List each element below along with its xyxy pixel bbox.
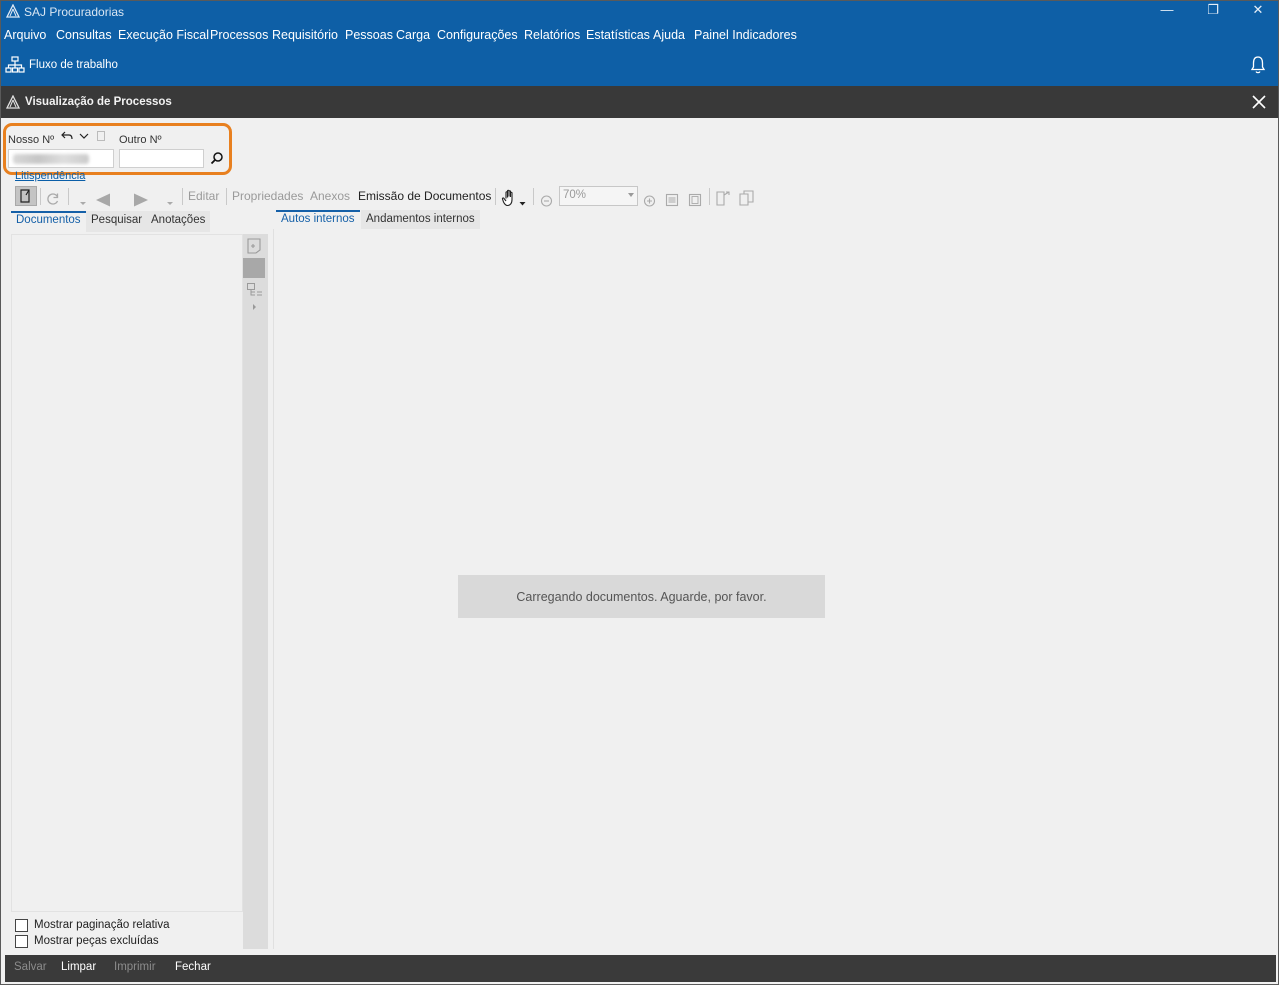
paginacao-label: Mostrar paginação relativa (34, 919, 170, 931)
menu-bar: Arquivo Consultas Execução Fiscal Proces… (1, 23, 1278, 46)
menu-ajuda[interactable]: Ajuda (653, 28, 685, 42)
editar-button[interactable]: Editar (188, 185, 219, 207)
add-document-icon[interactable] (245, 237, 263, 255)
excluidas-checkbox-row[interactable]: Mostrar peças excluídas (15, 933, 170, 949)
tree-list-icon[interactable] (246, 282, 264, 300)
menu-configuracoes[interactable]: Configurações (437, 28, 518, 42)
menu-relatorios[interactable]: Relatórios (524, 28, 580, 42)
zoom-in-icon[interactable] (643, 190, 656, 212)
tree-view-button[interactable] (243, 258, 265, 278)
menu-requisitorio[interactable]: Requisitório (272, 28, 338, 42)
emissao-documentos-button[interactable]: Emissão de Documentos (358, 185, 491, 207)
maximize-button[interactable]: ❐ (1191, 1, 1235, 21)
fit-width-icon[interactable] (665, 189, 679, 211)
zoom-out-icon[interactable] (540, 190, 553, 212)
menu-painel-indicadores[interactable]: Painel Indicadores (694, 28, 797, 42)
outro-numero-label: Outro Nº (119, 134, 162, 146)
menu-pessoas[interactable]: Pessoas (345, 28, 393, 42)
app-window: SAJ Procuradorias — ❐ ✕ Arquivo Consulta… (0, 0, 1279, 985)
litispendencia-link[interactable]: Litispendência (15, 170, 85, 182)
chevron-down-icon (628, 193, 634, 197)
menu-processos[interactable]: Processos (210, 28, 268, 42)
refresh-icon[interactable] (45, 188, 61, 210)
excluidas-label: Mostrar peças excluídas (34, 935, 159, 947)
workflow-label: Fluxo de trabalho (29, 59, 118, 71)
anexos-button[interactable]: Anexos (310, 185, 350, 207)
menu-carga[interactable]: Carga (396, 28, 430, 42)
search-icon[interactable] (210, 151, 224, 165)
expand-arrow-icon[interactable] (253, 304, 256, 310)
export-document-icon[interactable] (715, 187, 731, 209)
app-logo-icon (6, 95, 20, 109)
fechar-button[interactable]: Fechar (175, 961, 211, 973)
close-icon[interactable] (1250, 93, 1268, 111)
document-select-icon (20, 189, 30, 203)
copy-document-icon[interactable] (738, 187, 756, 209)
hand-tool-icon[interactable] (501, 187, 519, 209)
close-app-button[interactable]: ✕ (1236, 1, 1279, 21)
title-bar: SAJ Procuradorias — ❐ ✕ (1, 1, 1278, 23)
propriedades-button[interactable]: Propriedades (232, 185, 303, 207)
zoom-select[interactable]: 70% (559, 186, 638, 206)
toolbar-separator (533, 188, 534, 205)
dropdown-arrow-icon[interactable] (519, 193, 526, 215)
select-tool-button[interactable] (15, 186, 37, 206)
menu-execucao-fiscal[interactable]: Execução Fiscal (118, 28, 209, 42)
window-header: Visualização de Processos (1, 86, 1278, 118)
loading-message: Carregando documentos. Aguarde, por favo… (458, 575, 825, 618)
tree-options: Mostrar paginação relativa Mostrar peças… (15, 917, 170, 949)
bell-icon[interactable] (1249, 55, 1267, 75)
limpar-button[interactable]: Limpar (61, 961, 96, 973)
toolbar-separator (226, 188, 227, 205)
redacted-value (13, 154, 89, 164)
toolbar-separator (709, 188, 710, 205)
tab-andamentos-internos[interactable]: Andamentos internos (361, 210, 480, 229)
previous-icon[interactable] (94, 189, 112, 211)
tab-documentos[interactable]: Documentos (11, 211, 86, 232)
workflow-bar: Fluxo de trabalho (1, 46, 1278, 86)
paginacao-checkbox[interactable] (15, 918, 28, 932)
toolbar-separator (68, 188, 69, 205)
window-title: Visualização de Processos (25, 96, 172, 108)
tree-side-toolbar (243, 234, 268, 949)
menu-estatisticas[interactable]: Estatísticas (586, 28, 650, 42)
tab-anotacoes[interactable]: Anotações (146, 211, 211, 232)
toolbar-separator (40, 188, 41, 205)
toolbar-separator (182, 188, 183, 205)
zoom-value: 70% (563, 189, 587, 201)
app-title: SAJ Procuradorias (24, 5, 125, 19)
document-tree-panel (11, 234, 243, 912)
tab-pesquisar[interactable]: Pesquisar (86, 211, 148, 232)
menu-consultas[interactable]: Consultas (56, 28, 112, 42)
document-toolbar: Editar Propriedades Anexos Emissão de Do… (1, 185, 1278, 209)
toolbar-separator (495, 188, 496, 205)
workflow-button[interactable]: Fluxo de trabalho (5, 55, 118, 75)
next-icon[interactable] (132, 189, 150, 211)
nosso-numero-label: Nosso Nº (8, 134, 55, 146)
excluidas-checkbox[interactable] (15, 934, 28, 948)
outro-numero-input[interactable] (119, 149, 204, 168)
app-logo-icon (6, 4, 20, 18)
menu-arquivo[interactable]: Arquivo (4, 28, 46, 42)
minimize-button[interactable]: — (1145, 1, 1189, 21)
fit-page-icon[interactable] (688, 189, 702, 211)
salvar-button[interactable]: Salvar (14, 961, 47, 973)
tab-autos-internos[interactable]: Autos internos (276, 210, 360, 229)
imprimir-button[interactable]: Imprimir (114, 961, 156, 973)
workflow-icon (5, 56, 25, 73)
document-icon (97, 131, 105, 141)
bottom-action-bar: Salvar Limpar Imprimir Fechar (5, 955, 1276, 982)
chevron-down-icon[interactable] (79, 132, 89, 140)
undo-icon[interactable] (61, 131, 73, 141)
nosso-numero-input[interactable] (8, 149, 114, 168)
paginacao-checkbox-row[interactable]: Mostrar paginação relativa (15, 917, 170, 933)
